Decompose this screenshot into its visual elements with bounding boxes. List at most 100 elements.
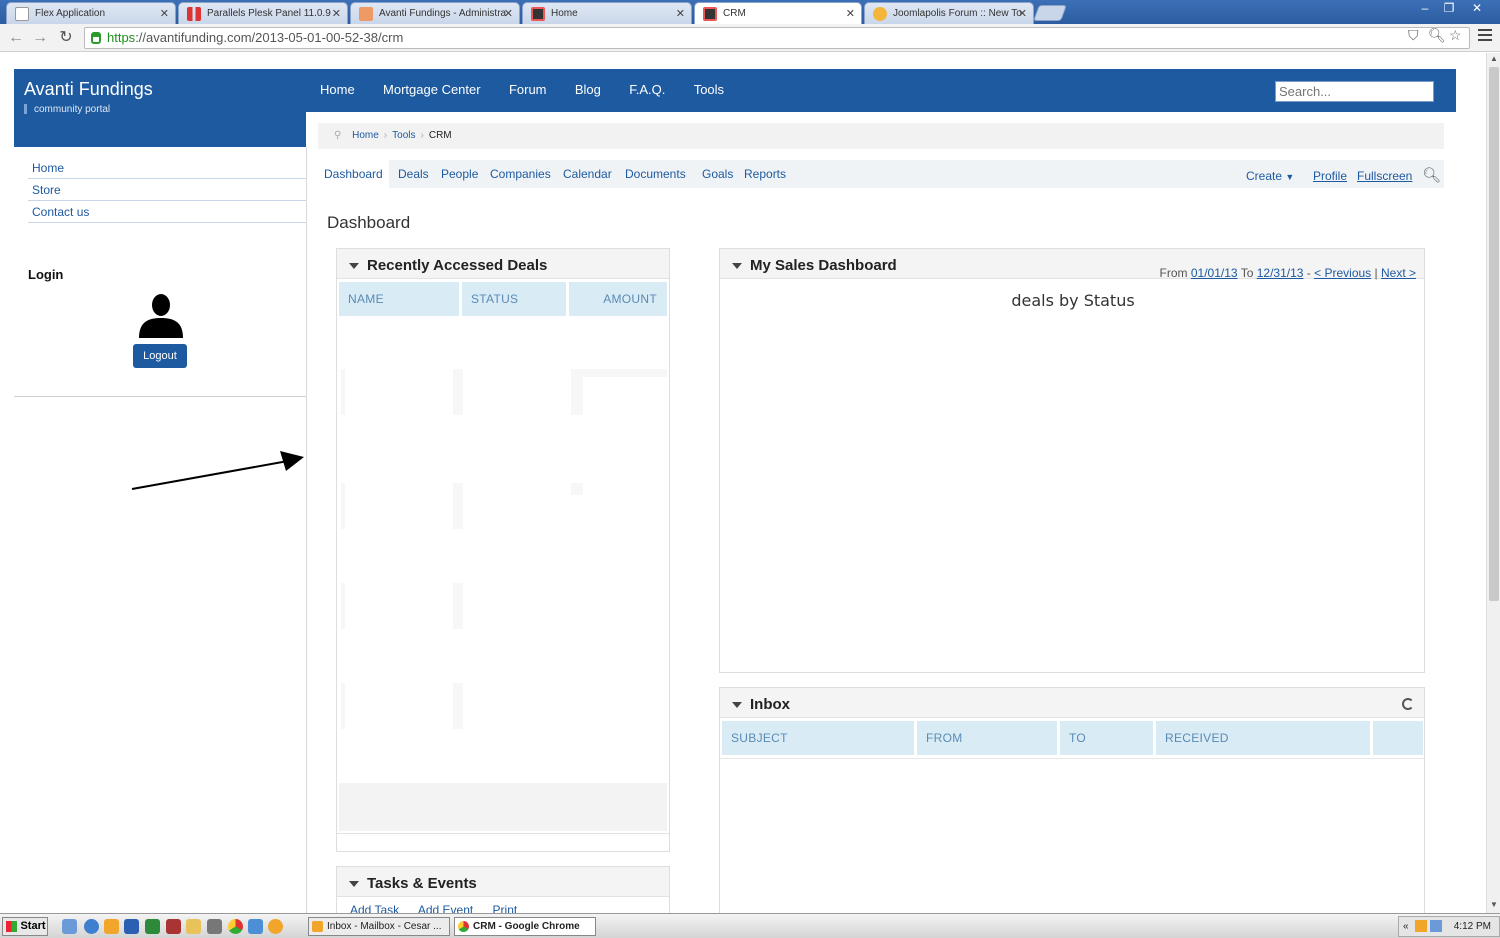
scroll-up-icon[interactable]: ▲ — [1487, 54, 1500, 66]
tab-label: Parallels Plesk Panel 11.0.9 — [207, 8, 331, 19]
logout-button[interactable]: Logout — [133, 344, 187, 368]
nav-forum[interactable]: Forum — [509, 82, 547, 97]
collapse-caret-icon[interactable] — [349, 263, 359, 269]
close-icon[interactable]: ✕ — [160, 7, 169, 20]
column-header-received[interactable]: RECEIVED — [1156, 721, 1370, 755]
reload-icon[interactable]: ↻ — [56, 28, 76, 48]
sidebar-item-store[interactable]: Store — [28, 179, 306, 201]
nav-mortgage-center[interactable]: Mortgage Center — [383, 82, 481, 97]
access-icon[interactable] — [166, 919, 181, 934]
url-field[interactable]: https://avantifunding.com/2013-05-01-00-… — [84, 27, 1470, 49]
page-scrollbar[interactable]: ▲ ▼ — [1486, 53, 1500, 913]
chevron-down-icon: ▼ — [1285, 172, 1295, 182]
tab-deals[interactable]: Deals — [398, 160, 429, 188]
column-header-amount[interactable]: AMOUNT — [569, 282, 667, 316]
zoom-icon[interactable]: 🔍︎ — [1428, 27, 1446, 44]
browser-tab-crm[interactable]: CRM ✕ — [694, 2, 862, 25]
collapse-caret-icon[interactable] — [732, 263, 742, 269]
close-icon[interactable]: ✕ — [504, 7, 513, 20]
column-header-status[interactable]: STATUS — [462, 282, 566, 316]
browser-tab-forum[interactable]: Joomlapolis Forum :: New To ✕ — [864, 2, 1034, 24]
tab-companies[interactable]: Companies — [490, 160, 551, 188]
breadcrumb-tools[interactable]: Tools — [392, 130, 415, 141]
add-event-link[interactable]: Add Event — [418, 903, 473, 913]
loading-placeholder — [453, 483, 463, 529]
tasks-events-panel: Tasks & Events Add Task Add Event Print — [336, 866, 670, 913]
brand-block[interactable]: Avanti Fundings community portal — [14, 69, 306, 147]
chrome-icon[interactable] — [228, 919, 243, 934]
print-link[interactable]: Print — [493, 903, 518, 913]
column-header-name[interactable]: NAME — [339, 282, 459, 316]
start-button[interactable]: Start — [2, 917, 48, 936]
column-header-to[interactable]: TO — [1060, 721, 1153, 755]
browser-icon[interactable] — [84, 919, 99, 934]
to-date-link[interactable]: 12/31/13 — [1257, 266, 1304, 280]
close-icon[interactable]: ✕ — [676, 7, 685, 20]
scroll-down-icon[interactable]: ▼ — [1487, 900, 1500, 912]
taskbar-item-outlook[interactable]: Inbox - Mailbox - Cesar ... — [308, 917, 450, 936]
shield-icon[interactable]: ⛉ — [1408, 27, 1419, 44]
star-icon[interactable]: ☆ — [1449, 27, 1462, 44]
excel-icon[interactable] — [145, 919, 160, 934]
site-title[interactable]: Avanti Fundings — [24, 79, 153, 100]
nav-home[interactable]: Home — [320, 82, 355, 97]
word-icon[interactable] — [124, 919, 139, 934]
nav-faq[interactable]: F.A.Q. — [629, 82, 665, 97]
close-window-icon[interactable]: ✕ — [1460, 0, 1494, 18]
app-icon[interactable] — [207, 919, 222, 934]
search-icon[interactable]: 🔍︎ — [1422, 160, 1441, 190]
fullscreen-link[interactable]: Fullscreen — [1357, 160, 1412, 190]
network-icon[interactable] — [1430, 920, 1442, 932]
tab-calendar[interactable]: Calendar — [563, 160, 612, 188]
nav-tools[interactable]: Tools — [694, 82, 724, 97]
browser-tab-admin[interactable]: Avanti Fundings - Administra ✕ — [350, 2, 520, 24]
scroll-thumb[interactable] — [1489, 67, 1499, 601]
clock[interactable]: 4:12 PM — [1454, 917, 1491, 936]
breadcrumb-home[interactable]: Home — [352, 130, 379, 141]
add-task-link[interactable]: Add Task — [350, 903, 399, 913]
sidebar-item-home[interactable]: Home — [28, 157, 306, 179]
location-pin-icon: ⚲ — [334, 130, 342, 141]
column-header-from[interactable]: FROM — [917, 721, 1057, 755]
close-icon[interactable]: ✕ — [332, 7, 341, 20]
browser-tab-plesk[interactable]: Parallels Plesk Panel 11.0.9 ✕ — [178, 2, 348, 24]
app-icon[interactable] — [268, 919, 283, 934]
outlook-icon[interactable] — [1415, 920, 1427, 932]
tab-dashboard[interactable]: Dashboard — [318, 160, 389, 188]
taskbar-item-chrome[interactable]: CRM - Google Chrome — [454, 917, 596, 936]
tab-goals[interactable]: Goals — [702, 160, 733, 188]
previous-link[interactable]: < Previous — [1314, 266, 1371, 280]
network-icon[interactable] — [248, 919, 263, 934]
tab-reports[interactable]: Reports — [744, 160, 786, 188]
forward-icon[interactable]: → — [30, 28, 50, 48]
panel-header[interactable]: Recently Accessed Deals — [337, 249, 669, 279]
close-icon[interactable]: ✕ — [846, 7, 855, 20]
from-date-link[interactable]: 01/01/13 — [1191, 266, 1238, 280]
refresh-icon[interactable] — [1402, 698, 1414, 710]
menu-icon[interactable] — [1478, 29, 1492, 43]
outlook-icon[interactable] — [104, 919, 119, 934]
browser-tab-home[interactable]: Home ✕ — [522, 2, 692, 24]
site-search-input[interactable] — [1275, 81, 1434, 102]
tray-expand-icon[interactable]: « — [1403, 917, 1409, 936]
nav-blog[interactable]: Blog — [575, 82, 601, 97]
collapse-caret-icon[interactable] — [349, 881, 359, 887]
chart-title: deals by Status — [1011, 291, 1135, 310]
profile-link[interactable]: Profile — [1313, 160, 1347, 190]
column-header-subject[interactable]: SUBJECT — [722, 721, 914, 755]
back-icon[interactable]: ← — [6, 28, 26, 48]
close-icon[interactable]: ✕ — [1018, 7, 1027, 20]
sidebar-item-contact[interactable]: Contact us — [28, 201, 306, 223]
collapse-caret-icon[interactable] — [732, 702, 742, 708]
tab-documents[interactable]: Documents — [625, 160, 686, 188]
panel-header[interactable]: My Sales Dashboard From 01/01/13 To 12/3… — [720, 249, 1424, 280]
panel-header[interactable]: Inbox — [720, 688, 1424, 718]
browser-tab-flex[interactable]: Flex Application ✕ — [6, 2, 176, 24]
ie-icon[interactable] — [62, 919, 77, 934]
tab-people[interactable]: People — [441, 160, 478, 188]
create-dropdown[interactable]: Create ▼ — [1246, 160, 1294, 190]
new-tab-button[interactable] — [1033, 5, 1067, 21]
panel-header[interactable]: Tasks & Events — [337, 867, 669, 897]
folder-icon[interactable] — [186, 919, 201, 934]
next-link[interactable]: Next > — [1381, 266, 1416, 280]
